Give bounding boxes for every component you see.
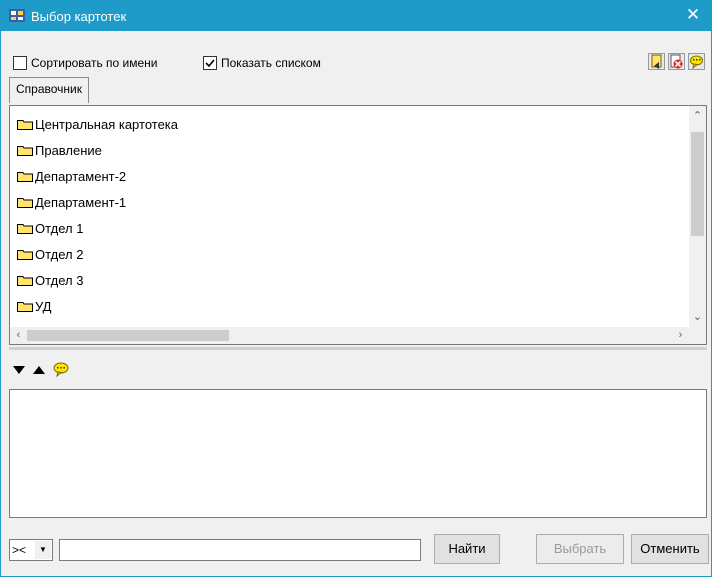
tree-item-label: Отдел 3 [35,273,84,288]
scroll-down-icon[interactable]: ⌄ [689,309,706,326]
tree-item[interactable]: Отдел 1 [17,221,83,236]
tree-item-label: Департамент-1 [35,195,127,210]
nav-toolbar [13,362,69,377]
folder-icon [17,276,33,286]
tree-item-label: Отдел 1 [35,221,84,236]
tab-strip: Справочник [9,77,89,103]
folder-icon [17,224,33,234]
sort-by-name-checkbox[interactable]: Сортировать по имени [13,56,158,70]
tree-item[interactable]: Центральная картотека [17,117,178,132]
tree-item[interactable]: Департамент-1 [17,195,126,210]
tree-item[interactable]: Отдел 3 [17,273,83,288]
scroll-up-icon[interactable]: ⌃ [689,108,706,125]
cancel-button[interactable]: Отменить [631,534,709,564]
dialog-window: Выбор картотек ✕ Сортировать по имени По… [0,0,712,577]
select-button[interactable]: Выбрать [536,534,624,564]
card-index-tree[interactable]: Центральная картотека Правление Департам… [9,105,707,345]
folder-icon [17,198,33,208]
show-as-list-box[interactable] [203,56,217,70]
details-text-area[interactable] [9,389,707,518]
show-as-list-checkbox[interactable]: Показать списком [203,56,321,70]
tree-item-label: Правление [35,143,102,158]
toolbar [648,53,705,70]
vertical-scroll-thumb[interactable] [691,132,704,236]
search-input[interactable] [59,539,421,561]
search-operator-select[interactable]: >< ▼ [9,539,53,561]
tree-item[interactable]: Отдел 2 [17,247,83,262]
chevron-down-icon[interactable]: ▼ [35,541,51,559]
splitter[interactable] [9,347,707,350]
card-index-app-icon [9,9,25,22]
tree-item[interactable]: УД [17,299,51,314]
horizontal-scrollbar[interactable]: ‹ › [10,327,689,344]
tree-item-label: Центральная картотека [35,117,178,132]
horizontal-scroll-thumb[interactable] [27,330,229,341]
search-operator-value: >< [12,543,27,557]
window-title: Выбор картотек [31,9,127,24]
folder-icon [17,120,33,130]
vertical-scrollbar[interactable]: ⌃ ⌄ [689,106,706,328]
folder-icon [17,250,33,260]
scroll-left-icon[interactable]: ‹ [10,327,27,344]
show-as-list-label: Показать списком [221,56,321,70]
folder-icon [17,172,33,182]
delete-card-icon[interactable] [668,53,685,70]
checkmark-icon [205,59,215,68]
scroll-corner [689,327,706,344]
find-button[interactable]: Найти [434,534,500,564]
tree-item-label: УД [35,299,52,314]
comment-icon[interactable] [53,362,69,377]
folder-icon [17,146,33,156]
close-button[interactable]: ✕ [683,5,703,25]
tab-directory[interactable]: Справочник [9,77,89,103]
tree-item[interactable]: Департамент-2 [17,169,126,184]
tree-item-label: Отдел 2 [35,247,84,262]
title-bar[interactable]: Выбор картотек ✕ [1,1,711,31]
sort-by-name-box[interactable] [13,56,27,70]
sort-by-name-label: Сортировать по имени [31,56,158,70]
folder-icon [17,302,33,312]
move-down-icon[interactable] [13,365,25,374]
tree-item[interactable]: Правление [17,143,102,158]
tree-item-label: Департамент-2 [35,169,127,184]
select-card-icon[interactable] [648,53,665,70]
scroll-right-icon[interactable]: › [672,327,689,344]
move-up-icon[interactable] [33,365,45,374]
comment-icon[interactable] [688,53,705,70]
